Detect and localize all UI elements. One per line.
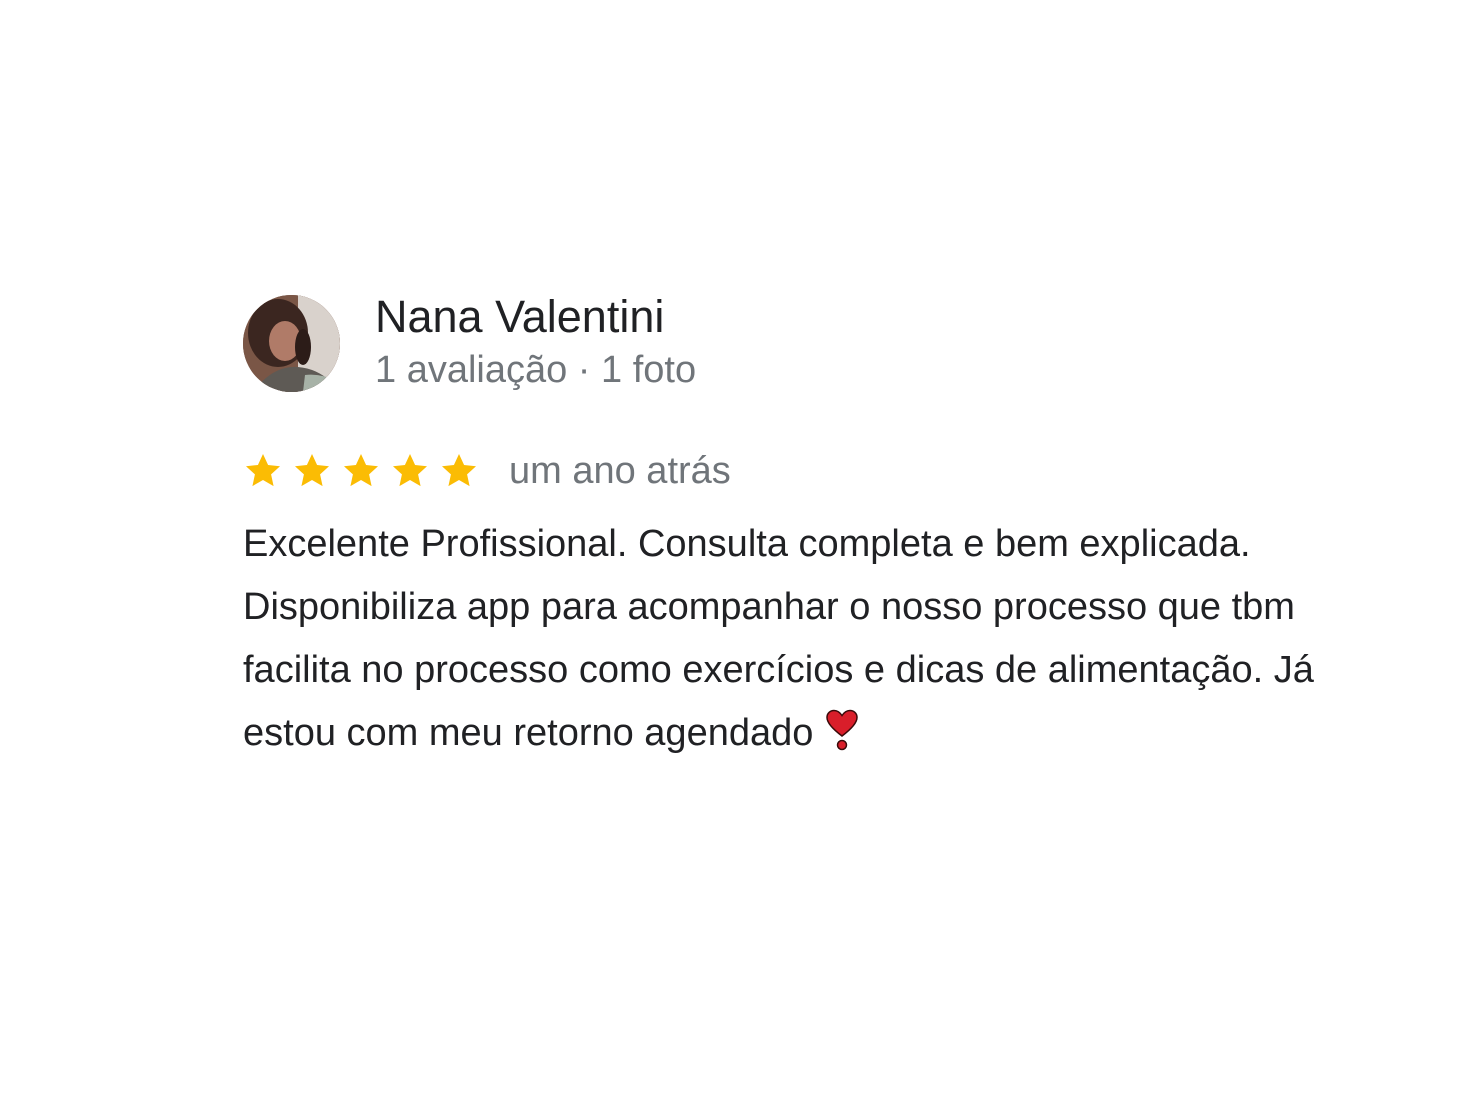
review-body: Excelente Profissional. Consulta complet… (243, 523, 1314, 754)
star-icon (344, 454, 378, 487)
review-card: Nana Valentini 1 avaliação · 1 foto um a… (243, 291, 1323, 771)
heavy-heart-exclamation-icon (825, 708, 859, 771)
star-rating (243, 451, 479, 491)
star-icon (393, 454, 427, 487)
author-meta: 1 avaliação · 1 foto (375, 349, 697, 391)
star-icon (442, 454, 476, 487)
rating-row: um ano atrás (243, 444, 1323, 498)
avatar[interactable] (243, 294, 340, 392)
review-header: Nana Valentini 1 avaliação · 1 foto (243, 291, 1323, 395)
review-date: um ano atrás (509, 450, 731, 492)
author-name[interactable]: Nana Valentini (375, 291, 696, 343)
star-icon (246, 454, 280, 487)
author-info: Nana Valentini 1 avaliação · 1 foto (375, 291, 696, 395)
star-icon (295, 454, 329, 487)
review-text: Excelente Profissional. Consulta complet… (243, 513, 1323, 771)
avatar-photo-icon (243, 294, 340, 392)
